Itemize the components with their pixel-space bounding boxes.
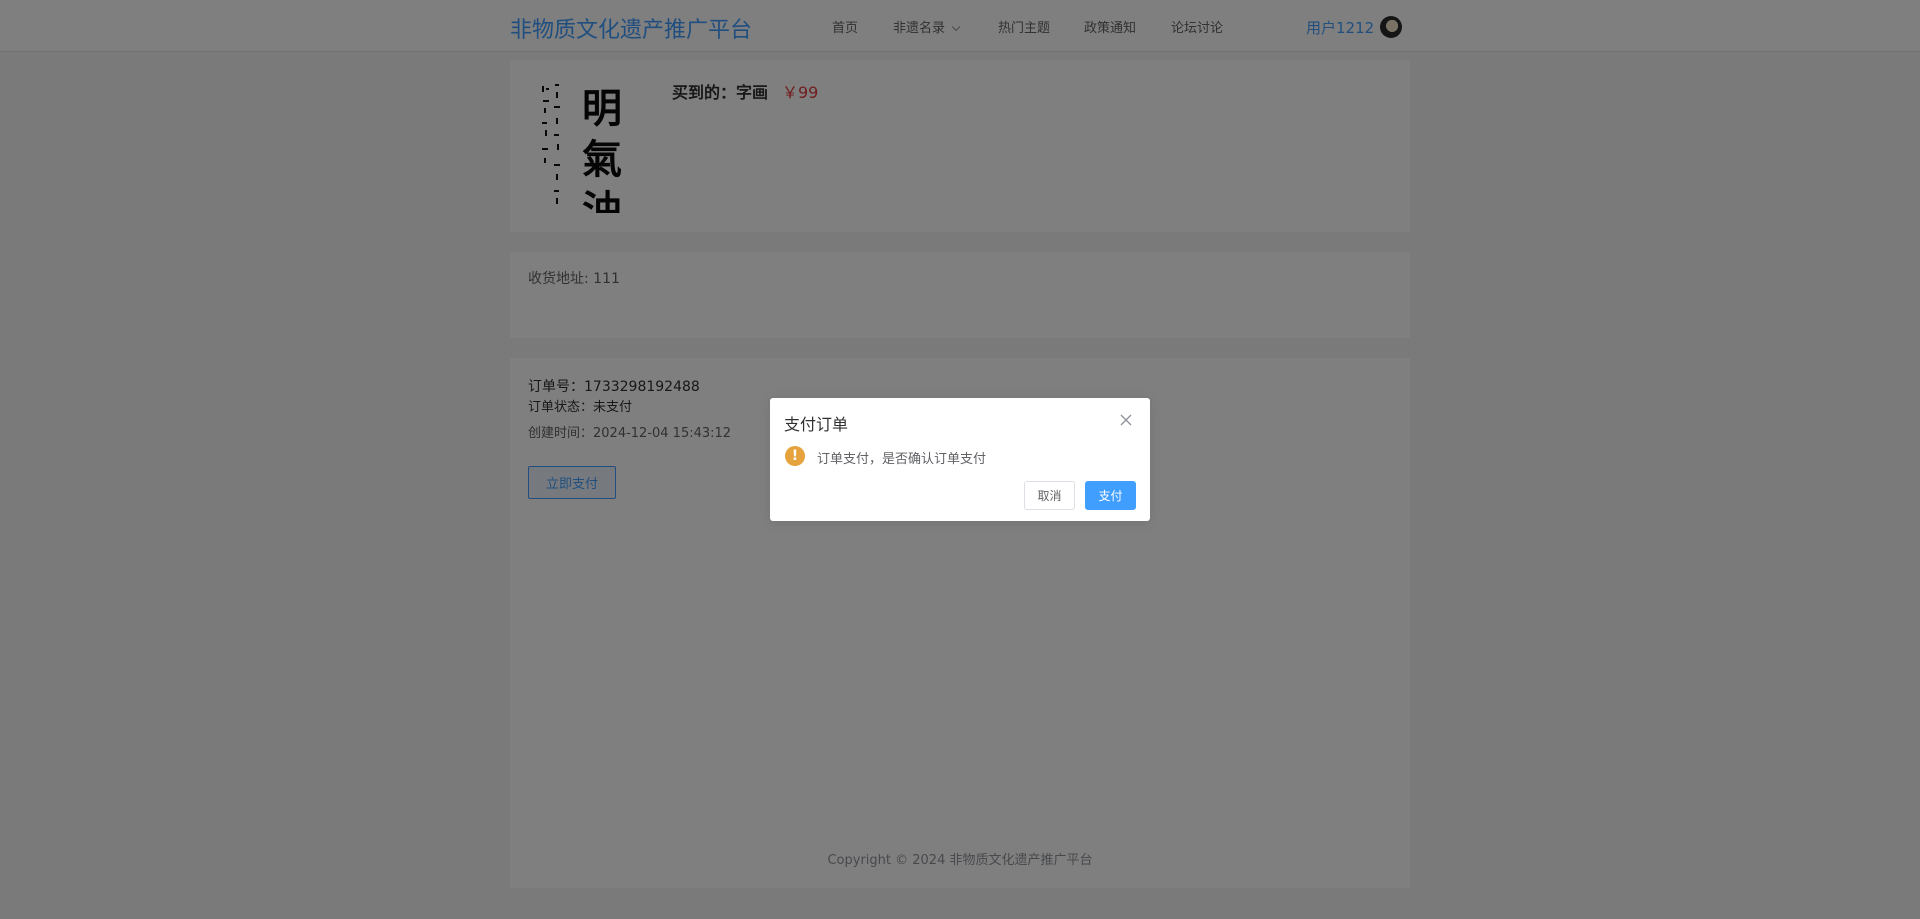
- warning-icon: !: [785, 446, 805, 466]
- close-icon-svg: [1120, 414, 1132, 426]
- dialog-message: 订单支付，是否确认订单支付: [817, 452, 987, 467]
- pay-order-dialog: 支付订单 ! 订单支付，是否确认订单支付 取消 支付: [770, 398, 1150, 521]
- cancel-button[interactable]: 取消: [1024, 481, 1075, 510]
- dialog-title: 支付订单: [784, 415, 849, 434]
- confirm-pay-button[interactable]: 支付: [1085, 481, 1136, 510]
- close-icon[interactable]: [1118, 412, 1134, 428]
